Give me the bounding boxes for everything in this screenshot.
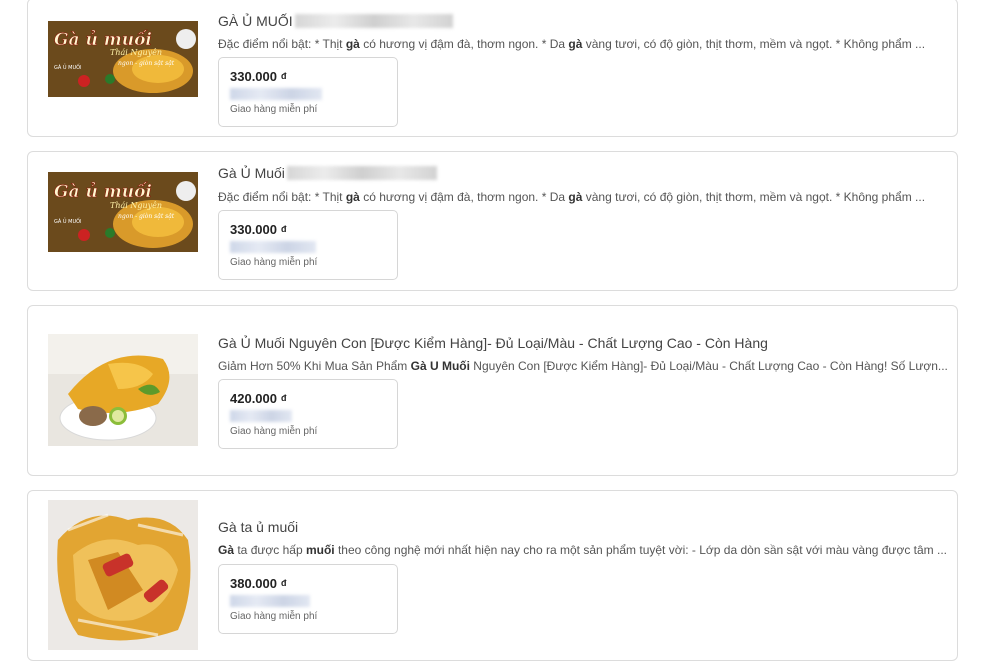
redacted-store-name [230,410,292,422]
banner-subtitle: Thái Nguyên [110,48,162,57]
banner-title: Gà ủ muối [54,30,152,50]
product-description: Đặc điểm nổi bật: * Thịt gà có hương vị … [218,190,926,204]
shipping-label: Giao hàng miễn phí [230,611,318,622]
price-value: 330.000 đ [230,222,287,237]
product-image-banner[interactable]: Gà ủ muối Thái Nguyên ngon - giòn sật sậ… [48,21,198,97]
product-image-banner[interactable]: Gà ủ muối Thái Nguyên ngon - giòn sật sậ… [48,172,198,252]
product-card[interactable]: Gà Ủ Muối Nguyên Con [Được Kiểm Hàng]- Đ… [27,305,958,476]
product-image-photo[interactable] [48,500,198,650]
banner-title: Gà ủ muối [54,182,152,202]
shipping-label: Giao hàng miễn phí [230,426,318,437]
price-value: 330.000 đ [230,69,287,84]
redacted-title-suffix [294,14,453,28]
product-card[interactable]: Gà ủ muối Thái Nguyên ngon - giòn sật sậ… [27,151,958,291]
price-box[interactable]: 420.000 đ Giao hàng miễn phí [218,379,398,449]
product-image-photo[interactable] [48,334,198,446]
shipping-label: Giao hàng miễn phí [230,104,318,115]
redacted-store-name [230,241,316,253]
redacted-store-name [230,595,310,607]
product-title[interactable]: Gà ta ủ muối [218,519,298,535]
redacted-title-suffix [286,166,437,180]
banner-tagline: ngon - giòn sật sật [118,213,175,220]
product-description: Đặc điểm nổi bật: * Thịt gà có hương vị … [218,37,926,51]
price-value: 420.000 đ [230,391,287,406]
banner-brand: GÀ Ủ MUỐI [54,63,82,71]
price-box[interactable]: 330.000 đ Giao hàng miễn phí [218,57,398,127]
shipping-label: Giao hàng miễn phí [230,257,318,268]
price-box[interactable]: 330.000 đ Giao hàng miễn phí [218,210,398,280]
price-value: 380.000 đ [230,576,287,591]
product-card[interactable]: Gà ta ủ muối Gà ta được hấp muối theo cô… [27,490,958,661]
product-title[interactable]: Gà Ủ Muối [218,165,285,181]
product-title-link[interactable]: GÀ Ủ MUỐI [218,13,453,29]
redacted-store-name [230,88,322,100]
product-card[interactable]: Gà ủ muối Thái Nguyên ngon - giòn sật sậ… [27,0,958,137]
banner-subtitle: Thái Nguyên [110,201,162,210]
product-title[interactable]: Gà Ủ Muối Nguyên Con [Được Kiểm Hàng]- Đ… [218,335,768,351]
product-title[interactable]: GÀ Ủ MUỐI [218,13,293,29]
banner-tagline: ngon - giòn sật sật [118,60,175,67]
price-box[interactable]: 380.000 đ Giao hàng miễn phí [218,564,398,634]
product-description: Giảm Hơn 50% Khi Mua Sản Phẩm Gà U Muối … [218,359,948,373]
banner-brand: GÀ Ủ MUỐI [54,217,82,225]
product-description: Gà ta được hấp muối theo công nghệ mới n… [218,543,948,557]
product-title-link[interactable]: Gà Ủ Muối [218,165,437,181]
